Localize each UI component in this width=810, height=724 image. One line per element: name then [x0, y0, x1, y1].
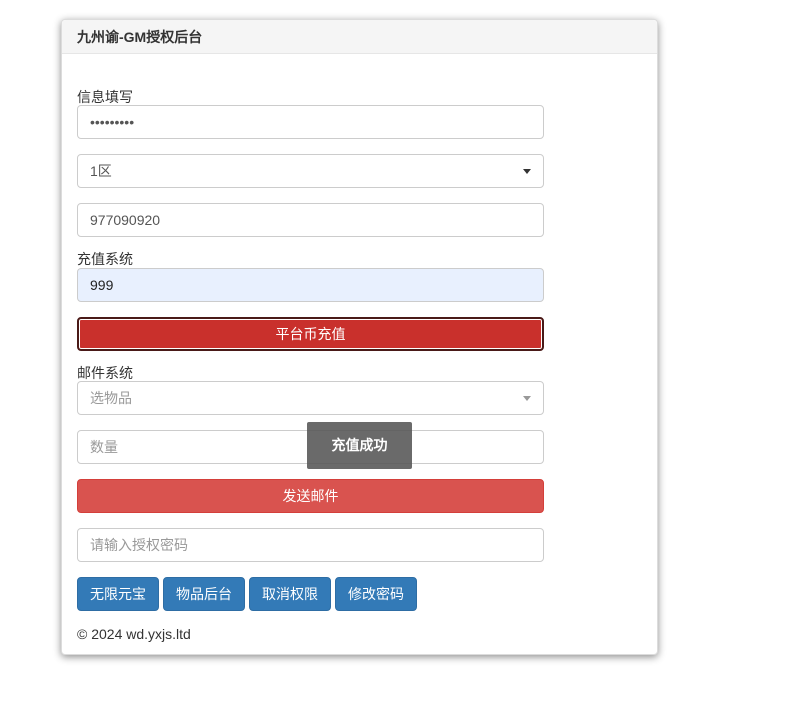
- revoke-permission-button[interactable]: 取消权限: [249, 577, 331, 611]
- recharge-amount-input[interactable]: 999: [77, 268, 544, 302]
- zone-select-value: 1区: [90, 163, 112, 179]
- item-backend-button[interactable]: 物品后台: [163, 577, 245, 611]
- unlimited-yuanbao-button[interactable]: 无限元宝: [77, 577, 159, 611]
- send-mail-button[interactable]: 发送邮件: [77, 479, 544, 513]
- platform-coin-recharge-button[interactable]: 平台币充值: [77, 317, 544, 351]
- mail-section-label: 邮件系统: [77, 365, 133, 381]
- password-input[interactable]: •••••••••: [77, 105, 544, 139]
- chevron-down-icon: [523, 396, 531, 401]
- panel-title: 九州谕-GM授权后台: [62, 20, 657, 54]
- info-section-label: 信息填写: [77, 89, 133, 105]
- item-select-placeholder: 选物品: [90, 390, 132, 406]
- footer-copyright: © 2024 wd.yxjs.ltd: [77, 626, 191, 642]
- item-select[interactable]: 选物品: [77, 381, 544, 415]
- zone-select[interactable]: 1区: [77, 154, 544, 188]
- success-toast: 充值成功: [307, 422, 412, 469]
- chevron-down-icon: [523, 169, 531, 174]
- auth-password-input[interactable]: 请输入授权密码: [77, 528, 544, 562]
- recharge-section-label: 充值系统: [77, 251, 133, 267]
- change-password-button[interactable]: 修改密码: [335, 577, 417, 611]
- gm-panel: 九州谕-GM授权后台 信息填写 ••••••••• 1区 977090920 充…: [61, 19, 658, 655]
- account-input[interactable]: 977090920: [77, 203, 544, 237]
